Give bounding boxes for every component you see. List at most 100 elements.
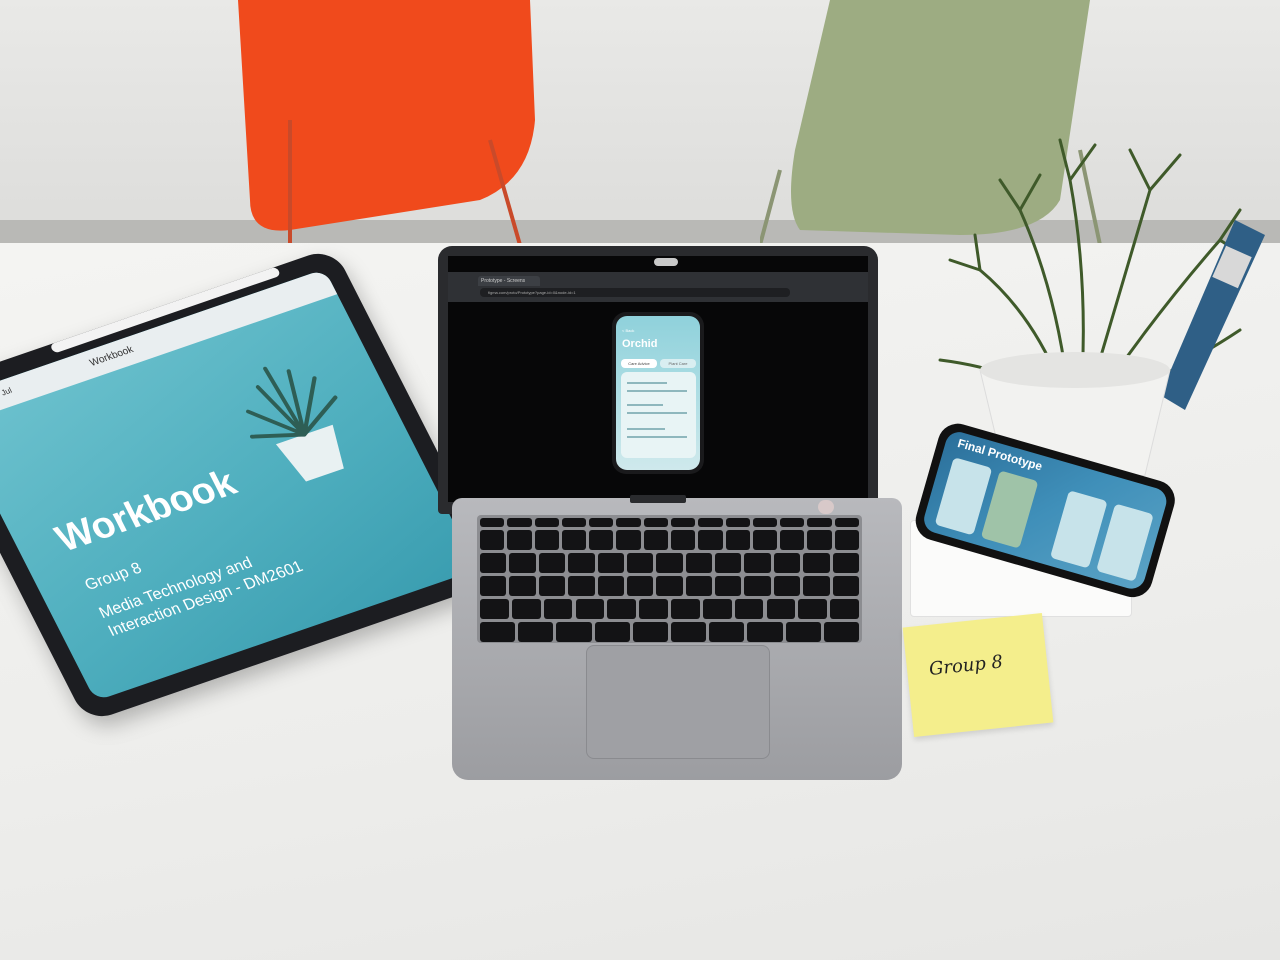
keyboard-key[interactable] [766, 599, 796, 619]
keyboard-key[interactable] [480, 530, 505, 550]
card-line [627, 390, 687, 392]
keyboard-key[interactable] [780, 530, 805, 550]
keyboard-key[interactable] [715, 576, 742, 596]
tab-plant-care[interactable]: Plant Care [660, 359, 696, 368]
keyboard-key[interactable] [744, 576, 771, 596]
keyboard-key[interactable] [671, 599, 700, 619]
workbook-heading: Workbook [49, 462, 244, 561]
keyboard-key[interactable] [685, 553, 713, 573]
keyboard-key[interactable] [511, 599, 541, 619]
screen-thumbnail [980, 470, 1039, 549]
keyboard-key[interactable] [823, 622, 859, 642]
keyboard-key[interactable] [832, 553, 859, 573]
workbook-course: Media Technology and Interaction Design … [96, 554, 306, 640]
keyboard-key[interactable] [671, 518, 696, 527]
keyboard-key[interactable] [480, 599, 509, 619]
keyboard-key[interactable] [626, 553, 654, 573]
keyboard-key[interactable] [832, 576, 859, 596]
keyboard-key[interactable] [616, 518, 641, 527]
keyboard-key[interactable] [685, 576, 713, 596]
card-line [627, 404, 663, 406]
keyboard-key[interactable] [752, 518, 778, 527]
keyboard-key[interactable] [807, 530, 832, 550]
keyboard-key[interactable] [518, 622, 554, 642]
sticky-note: Group 8 [902, 612, 1054, 738]
keyboard-key[interactable] [556, 622, 592, 642]
keyboard-key[interactable] [568, 553, 595, 573]
keyboard-key[interactable] [725, 518, 750, 527]
keyboard-key[interactable] [607, 599, 637, 619]
tab-care-advice[interactable]: Care Advice [621, 359, 657, 368]
keyboard-key[interactable] [597, 576, 624, 596]
keyboard-key[interactable] [597, 553, 624, 573]
browser-tab[interactable]: Prototype - Screens [478, 276, 540, 286]
card-line [627, 428, 665, 430]
keyboard-key[interactable] [807, 518, 832, 527]
keyboard-key[interactable] [639, 599, 668, 619]
keyboard-key[interactable] [643, 518, 668, 527]
keyboard-key[interactable] [747, 622, 783, 642]
keyboard-key[interactable] [594, 622, 630, 642]
keyboard-key[interactable] [725, 530, 750, 550]
keyboard-key[interactable] [656, 576, 683, 596]
keyboard-key[interactable] [803, 553, 830, 573]
plant-icon [246, 366, 344, 482]
address-bar[interactable]: figma.com/proto/Prototype?page-id=0&node… [480, 288, 790, 297]
keyboard-key[interactable] [752, 530, 778, 550]
keyboard-key[interactable] [616, 530, 641, 550]
keyboard[interactable] [477, 515, 862, 643]
keyboard-key[interactable] [480, 576, 507, 596]
keyboard-key[interactable] [543, 599, 573, 619]
keyboard-key[interactable] [773, 553, 801, 573]
keyboard-key[interactable] [834, 530, 859, 550]
keyboard-key[interactable] [803, 576, 830, 596]
keyboard-key[interactable] [507, 518, 532, 527]
keyboard-key[interactable] [698, 530, 723, 550]
keyboard-key[interactable] [834, 518, 859, 527]
webcam-cover [654, 258, 678, 266]
keyboard-key[interactable] [538, 553, 566, 573]
keyboard-key[interactable] [671, 530, 696, 550]
keyboard-key[interactable] [744, 553, 771, 573]
keyboard-key[interactable] [709, 622, 745, 642]
keyboard-key[interactable] [589, 530, 614, 550]
keyboard-key[interactable] [509, 576, 536, 596]
power-button[interactable] [818, 500, 834, 514]
keyboard-key[interactable] [656, 553, 683, 573]
keyboard-key[interactable] [632, 622, 668, 642]
keyboard-key[interactable] [575, 599, 605, 619]
red-chair [238, 0, 535, 245]
keyboard-key[interactable] [534, 518, 559, 527]
keyboard-key[interactable] [698, 518, 723, 527]
prototype-card [621, 372, 696, 458]
trackpad[interactable] [586, 645, 770, 759]
workbook-group: Group 8 [82, 559, 145, 595]
keyboard-key[interactable] [773, 576, 801, 596]
keyboard-key[interactable] [715, 553, 742, 573]
screen-thumbnail [1096, 503, 1154, 582]
keyboard-key[interactable] [509, 553, 536, 573]
keyboard-key[interactable] [643, 530, 668, 550]
keyboard-key[interactable] [702, 599, 732, 619]
keyboard-key[interactable] [480, 518, 505, 527]
prototype-back-link[interactable]: < Back [622, 328, 634, 333]
keyboard-key[interactable] [534, 530, 559, 550]
sticky-note-text: Group 8 [928, 651, 1004, 681]
keyboard-key[interactable] [538, 576, 566, 596]
keyboard-key[interactable] [830, 599, 859, 619]
keyboard-key[interactable] [589, 518, 614, 527]
keyboard-key[interactable] [780, 518, 805, 527]
card-line [627, 412, 687, 414]
keyboard-key[interactable] [798, 599, 828, 619]
keyboard-key[interactable] [734, 599, 764, 619]
keyboard-key[interactable] [561, 530, 587, 550]
keyboard-key[interactable] [507, 530, 532, 550]
prototype-title: Orchid [622, 338, 658, 350]
keyboard-key[interactable] [671, 622, 707, 642]
keyboard-key[interactable] [626, 576, 654, 596]
keyboard-key[interactable] [480, 622, 516, 642]
keyboard-key[interactable] [480, 553, 507, 573]
keyboard-key[interactable] [785, 622, 821, 642]
keyboard-key[interactable] [561, 518, 587, 527]
keyboard-key[interactable] [568, 576, 595, 596]
